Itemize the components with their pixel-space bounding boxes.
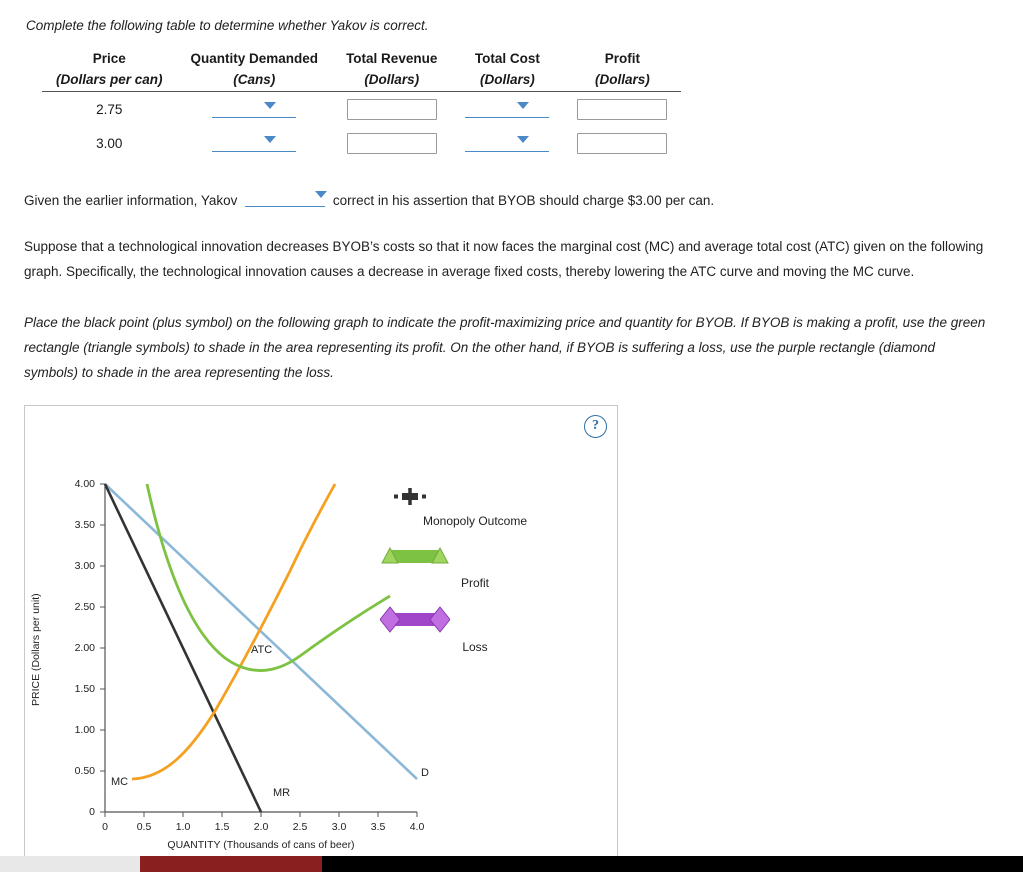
svg-text:4.00: 4.00 <box>75 478 96 490</box>
chevron-down-icon <box>517 102 530 109</box>
monopoly-outcome-symbol[interactable] <box>380 486 440 508</box>
graph-legend: Monopoly Outcome Profit Loss <box>380 486 570 668</box>
svg-text:3.5: 3.5 <box>371 821 386 833</box>
total-cost-dropdown-row2[interactable] <box>465 134 550 152</box>
svg-text:0.5: 0.5 <box>137 821 152 833</box>
svg-text:2.50: 2.50 <box>75 601 96 613</box>
legend-label-monopoly-outcome: Monopoly Outcome <box>422 514 528 528</box>
svg-text:1.0: 1.0 <box>176 821 191 833</box>
column-subheader-price: (Dollars per can) <box>56 72 163 87</box>
svg-text:1.50: 1.50 <box>75 683 96 695</box>
table-row: 3.00 <box>42 126 681 160</box>
assertion-dropdown[interactable] <box>245 190 328 207</box>
paragraph-instructions: Place the black point (plus symbol) on t… <box>24 315 986 380</box>
page-content: Complete the following table to determin… <box>0 0 1023 860</box>
marginal-revenue-label: MR <box>273 787 290 799</box>
column-header-total-revenue: Total Revenue <box>346 51 438 66</box>
demand-curve-label: D <box>421 767 429 779</box>
taskbar-red-segment <box>140 856 322 872</box>
chevron-down-icon <box>517 136 530 143</box>
bottom-taskbar <box>0 856 1023 872</box>
column-subheader-profit: (Dollars) <box>594 72 650 87</box>
graph-panel: ? Monopoly Outcome Profit Loss PRICE (Do… <box>24 405 618 860</box>
svg-text:3.00: 3.00 <box>75 560 96 572</box>
taskbar-left-segment <box>0 856 140 872</box>
svg-text:1.00: 1.00 <box>75 724 96 736</box>
y-axis-ticks: 0 0.50 1.00 1.50 2.00 2.50 3.00 3.50 4.0… <box>75 478 105 818</box>
total-cost-dropdown-row1[interactable] <box>465 100 550 118</box>
chevron-down-icon <box>264 102 277 109</box>
table-row: 2.75 <box>42 92 681 127</box>
svg-text:3.50: 3.50 <box>75 519 96 531</box>
paragraph-innovation: Suppose that a technological innovation … <box>24 239 984 279</box>
quantity-dropdown-row2[interactable] <box>212 134 297 152</box>
marginal-cost-label: MC <box>111 776 128 788</box>
svg-text:0: 0 <box>102 821 108 833</box>
svg-text:3.0: 3.0 <box>332 821 347 833</box>
profit-input-row2[interactable] <box>577 132 668 154</box>
column-header-quantity: Quantity Demanded <box>190 51 319 66</box>
total-revenue-input-row2[interactable] <box>346 132 437 154</box>
completion-table: Price Quantity Demanded Total Revenue To… <box>42 49 682 160</box>
column-header-price: Price <box>92 51 126 66</box>
assertion-prefix: Given the earlier information, Yakov <box>24 193 238 208</box>
quantity-dropdown-row1[interactable] <box>212 100 297 118</box>
column-header-profit: Profit <box>604 51 640 66</box>
total-revenue-input-row1[interactable] <box>346 98 437 120</box>
marginal-cost-curve <box>131 483 337 781</box>
svg-text:2.0: 2.0 <box>254 821 269 833</box>
cell-price: 3.00 <box>96 135 123 151</box>
svg-text:0: 0 <box>89 806 95 818</box>
column-subheader-total-cost: (Dollars) <box>479 72 535 87</box>
column-subheader-quantity: (Cans) <box>233 72 276 87</box>
profit-rectangle-symbol[interactable] <box>380 542 450 570</box>
column-subheader-total-revenue: (Dollars) <box>364 72 420 87</box>
svg-text:2.00: 2.00 <box>75 642 96 654</box>
demand-curve <box>104 483 418 780</box>
svg-text:1.5: 1.5 <box>215 821 230 833</box>
chevron-down-icon <box>264 136 277 143</box>
profit-input-row1[interactable] <box>577 98 668 120</box>
y-axis-label: PRICE (Dollars per unit) <box>30 593 42 706</box>
column-header-total-cost: Total Cost <box>474 51 540 66</box>
x-axis-ticks: 0 0.5 1.0 1.5 2.0 2.5 3.0 3.5 4.0 <box>102 812 424 833</box>
legend-label-profit: Profit <box>460 576 489 590</box>
legend-label-loss: Loss <box>462 640 488 654</box>
average-total-cost-label: ATC <box>251 644 272 656</box>
loss-rectangle-symbol[interactable] <box>380 604 450 634</box>
svg-text:0.50: 0.50 <box>75 765 96 777</box>
x-axis-label: QUANTITY (Thousands of cans of beer) <box>167 839 354 851</box>
chevron-down-icon <box>315 191 328 198</box>
assertion-suffix: correct in his assertion that BYOB shoul… <box>332 193 715 208</box>
assertion-sentence: Given the earlier information, Yakov cor… <box>24 190 999 208</box>
marginal-revenue-curve <box>103 483 263 813</box>
cell-price: 2.75 <box>96 101 123 117</box>
average-total-cost-curve <box>145 483 391 672</box>
intro-text: Complete the following table to determin… <box>26 18 429 33</box>
help-icon[interactable]: ? <box>584 415 607 438</box>
svg-text:2.5: 2.5 <box>293 821 308 833</box>
svg-text:4.0: 4.0 <box>410 821 425 833</box>
